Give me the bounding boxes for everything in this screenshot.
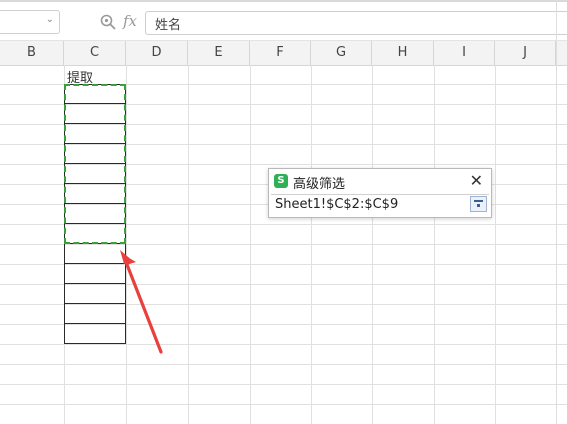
dialog-title: 高级筛选: [293, 177, 346, 192]
expand-dialog-icon[interactable]: [470, 196, 487, 212]
close-icon[interactable]: ✕: [470, 171, 483, 190]
arrow-head: [120, 250, 134, 264]
advanced-filter-dialog: S 高级筛选 ✕ Sheet1!$C$2:$C$9: [268, 168, 492, 218]
arrow-shaft: [124, 260, 163, 354]
range-input[interactable]: Sheet1!$C$2:$C$9: [271, 194, 489, 215]
range-value: Sheet1!$C$2:$C$9: [275, 197, 399, 212]
app-logo-icon: S: [274, 174, 288, 188]
